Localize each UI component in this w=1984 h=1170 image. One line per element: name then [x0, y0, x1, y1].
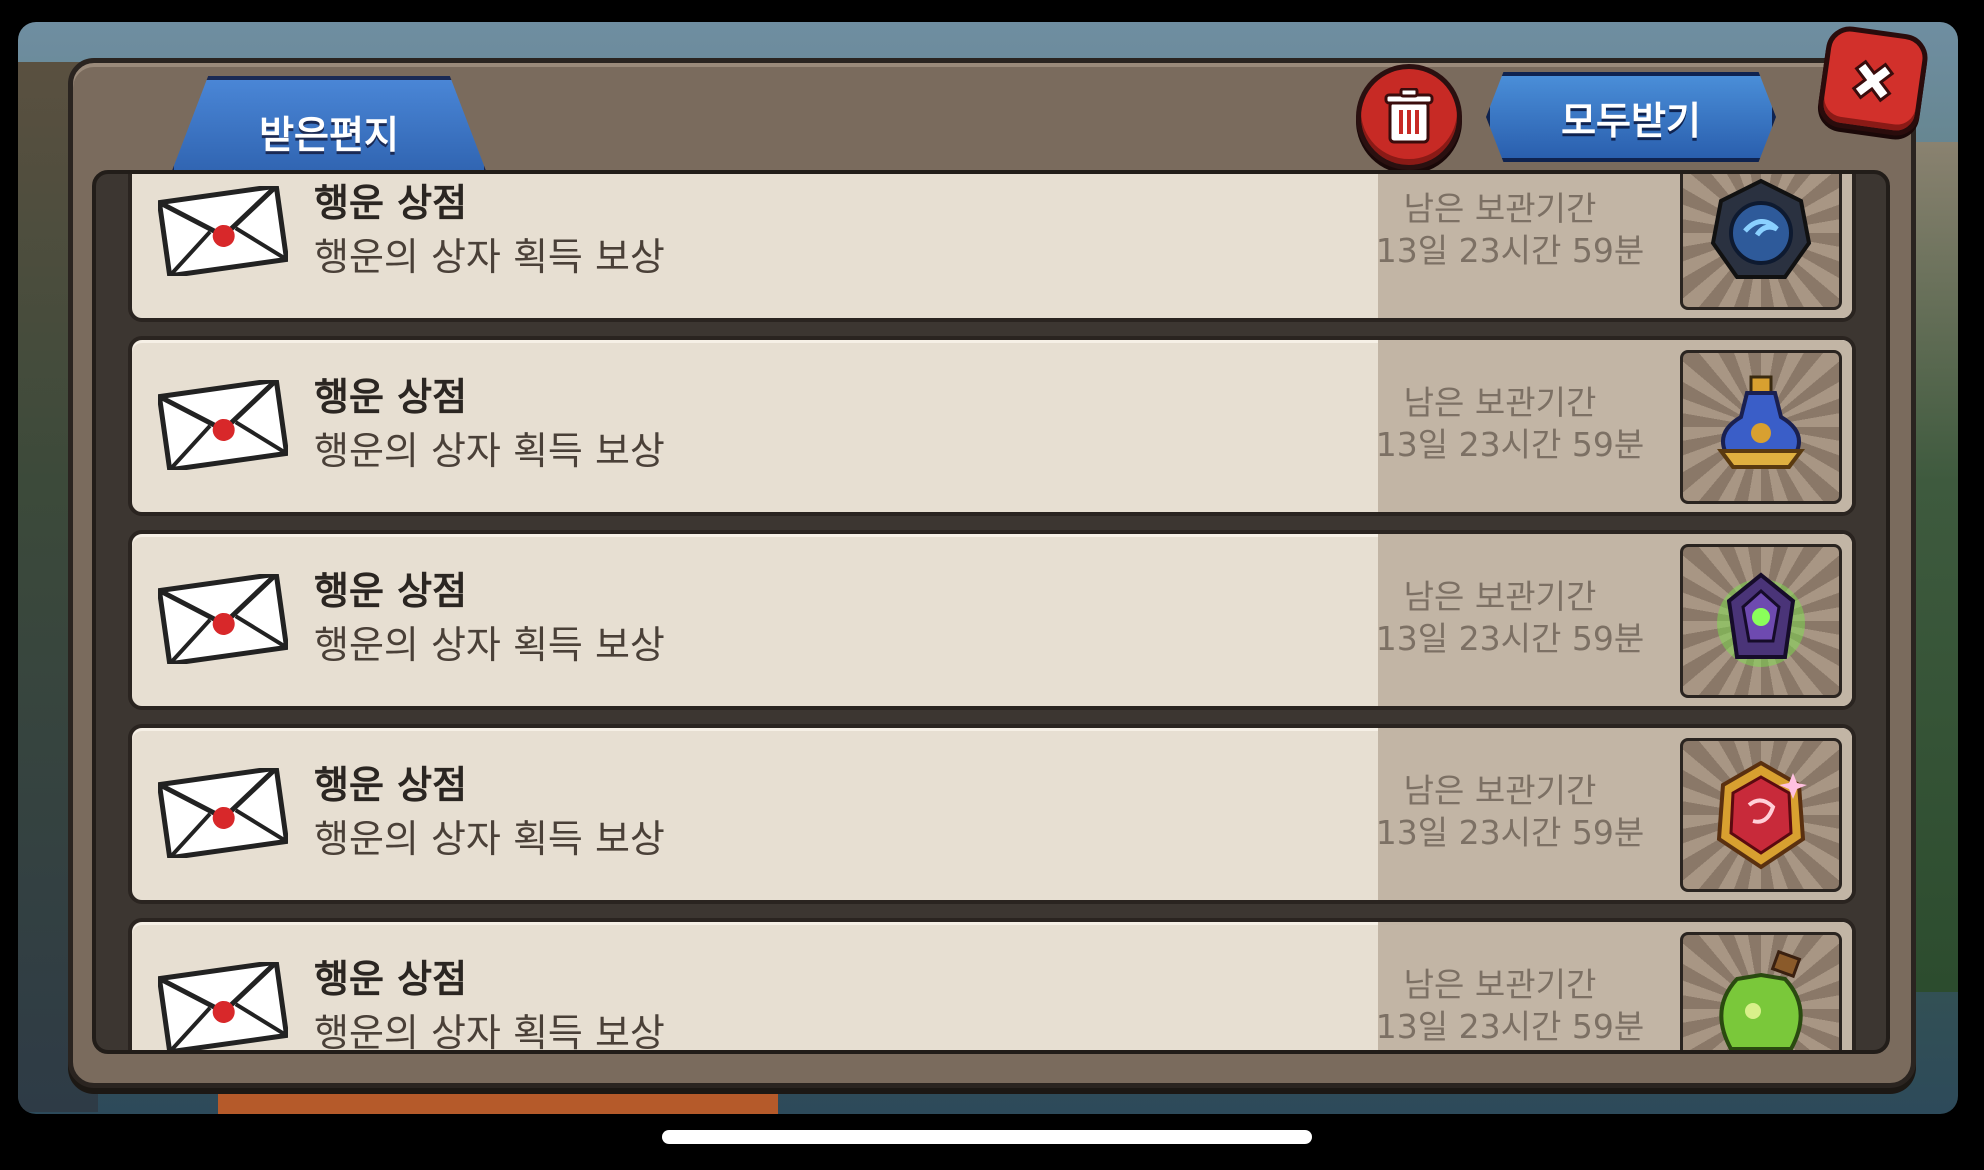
- retention-time: 13일 23시간 59분: [1375, 813, 1645, 852]
- dark-orb-icon: [1710, 178, 1812, 279]
- mail-description: 행운의 상자 획득 보상: [314, 429, 665, 473]
- mail-description: 행운의 상자 획득 보상: [314, 817, 665, 861]
- mail-list[interactable]: 행운 상점 행운의 상자 획득 보상 남은 보관기간 13일 23시간 59분 …: [92, 170, 1890, 1054]
- mail-title: 행운 상점: [314, 569, 468, 613]
- envelope-icon: [158, 186, 288, 276]
- home-indicator[interactable]: [662, 1130, 1312, 1144]
- reward-slot[interactable]: [1680, 738, 1842, 892]
- mail-description: 행운의 상자 획득 보상: [314, 235, 665, 279]
- mail-item[interactable]: 행운 상점 행운의 상자 획득 보상 남은 보관기간 13일 23시간 59분: [128, 530, 1856, 710]
- mail-title: 행운 상점: [314, 375, 468, 419]
- mail-item[interactable]: 행운 상점 행운의 상자 획득 보상 남은 보관기간 13일 23시간 59분: [128, 724, 1856, 904]
- close-icon: [1851, 59, 1895, 103]
- mail-item[interactable]: 행운 상점 행운의 상자 획득 보상 남은 보관기간 13일 23시간 59분: [128, 174, 1856, 322]
- potion-flask-icon: [1717, 375, 1805, 469]
- trash-icon: [1384, 88, 1434, 144]
- green-potion-icon: [1719, 949, 1803, 1050]
- envelope-icon: [158, 768, 288, 858]
- retention-time: 13일 23시간 59분: [1375, 231, 1645, 270]
- mail-title: 행운 상점: [314, 181, 468, 225]
- mail-item[interactable]: 행운 상점 행운의 상자 획득 보상 남은 보관기간 13일 23시간 59분: [128, 336, 1856, 516]
- mail-title: 행운 상점: [314, 763, 468, 807]
- mail-description: 행운의 상자 획득 보상: [314, 1011, 665, 1054]
- delete-button[interactable]: [1356, 64, 1462, 170]
- envelope-icon: [158, 380, 288, 470]
- tab-received-mail[interactable]: 받은편지: [170, 76, 488, 176]
- envelope-icon: [158, 574, 288, 664]
- retention-time: 13일 23시간 59분: [1375, 425, 1645, 464]
- reward-slot[interactable]: [1680, 350, 1842, 504]
- retention-label: 남은 보관기간: [1403, 383, 1597, 422]
- claim-all-button[interactable]: 모두받기: [1486, 72, 1776, 162]
- tab-label: 받은편지: [259, 112, 399, 157]
- mail-description: 행운의 상자 획득 보상: [314, 623, 665, 667]
- retention-label: 남은 보관기간: [1403, 189, 1597, 228]
- retention-label: 남은 보관기간: [1403, 577, 1597, 616]
- mail-item[interactable]: 행운 상점 행운의 상자 획득 보상 남은 보관기간 13일 23시간 59분: [128, 918, 1856, 1054]
- ruby-emblem-icon: [1716, 760, 1807, 870]
- reward-slot[interactable]: [1680, 932, 1842, 1050]
- dark-gem-icon: [1717, 572, 1805, 667]
- retention-time: 13일 23시간 59분: [1375, 1007, 1645, 1046]
- close-button[interactable]: [1815, 23, 1931, 139]
- retention-label: 남은 보관기간: [1403, 771, 1597, 810]
- reward-slot[interactable]: [1680, 174, 1842, 310]
- background-progress-bar: [218, 1092, 778, 1114]
- envelope-icon: [158, 962, 288, 1050]
- retention-label: 남은 보관기간: [1403, 965, 1597, 1004]
- mail-title: 행운 상점: [314, 957, 468, 1001]
- reward-slot[interactable]: [1680, 544, 1842, 698]
- retention-time: 13일 23시간 59분: [1375, 619, 1645, 658]
- claim-all-label: 모두받기: [1561, 98, 1701, 143]
